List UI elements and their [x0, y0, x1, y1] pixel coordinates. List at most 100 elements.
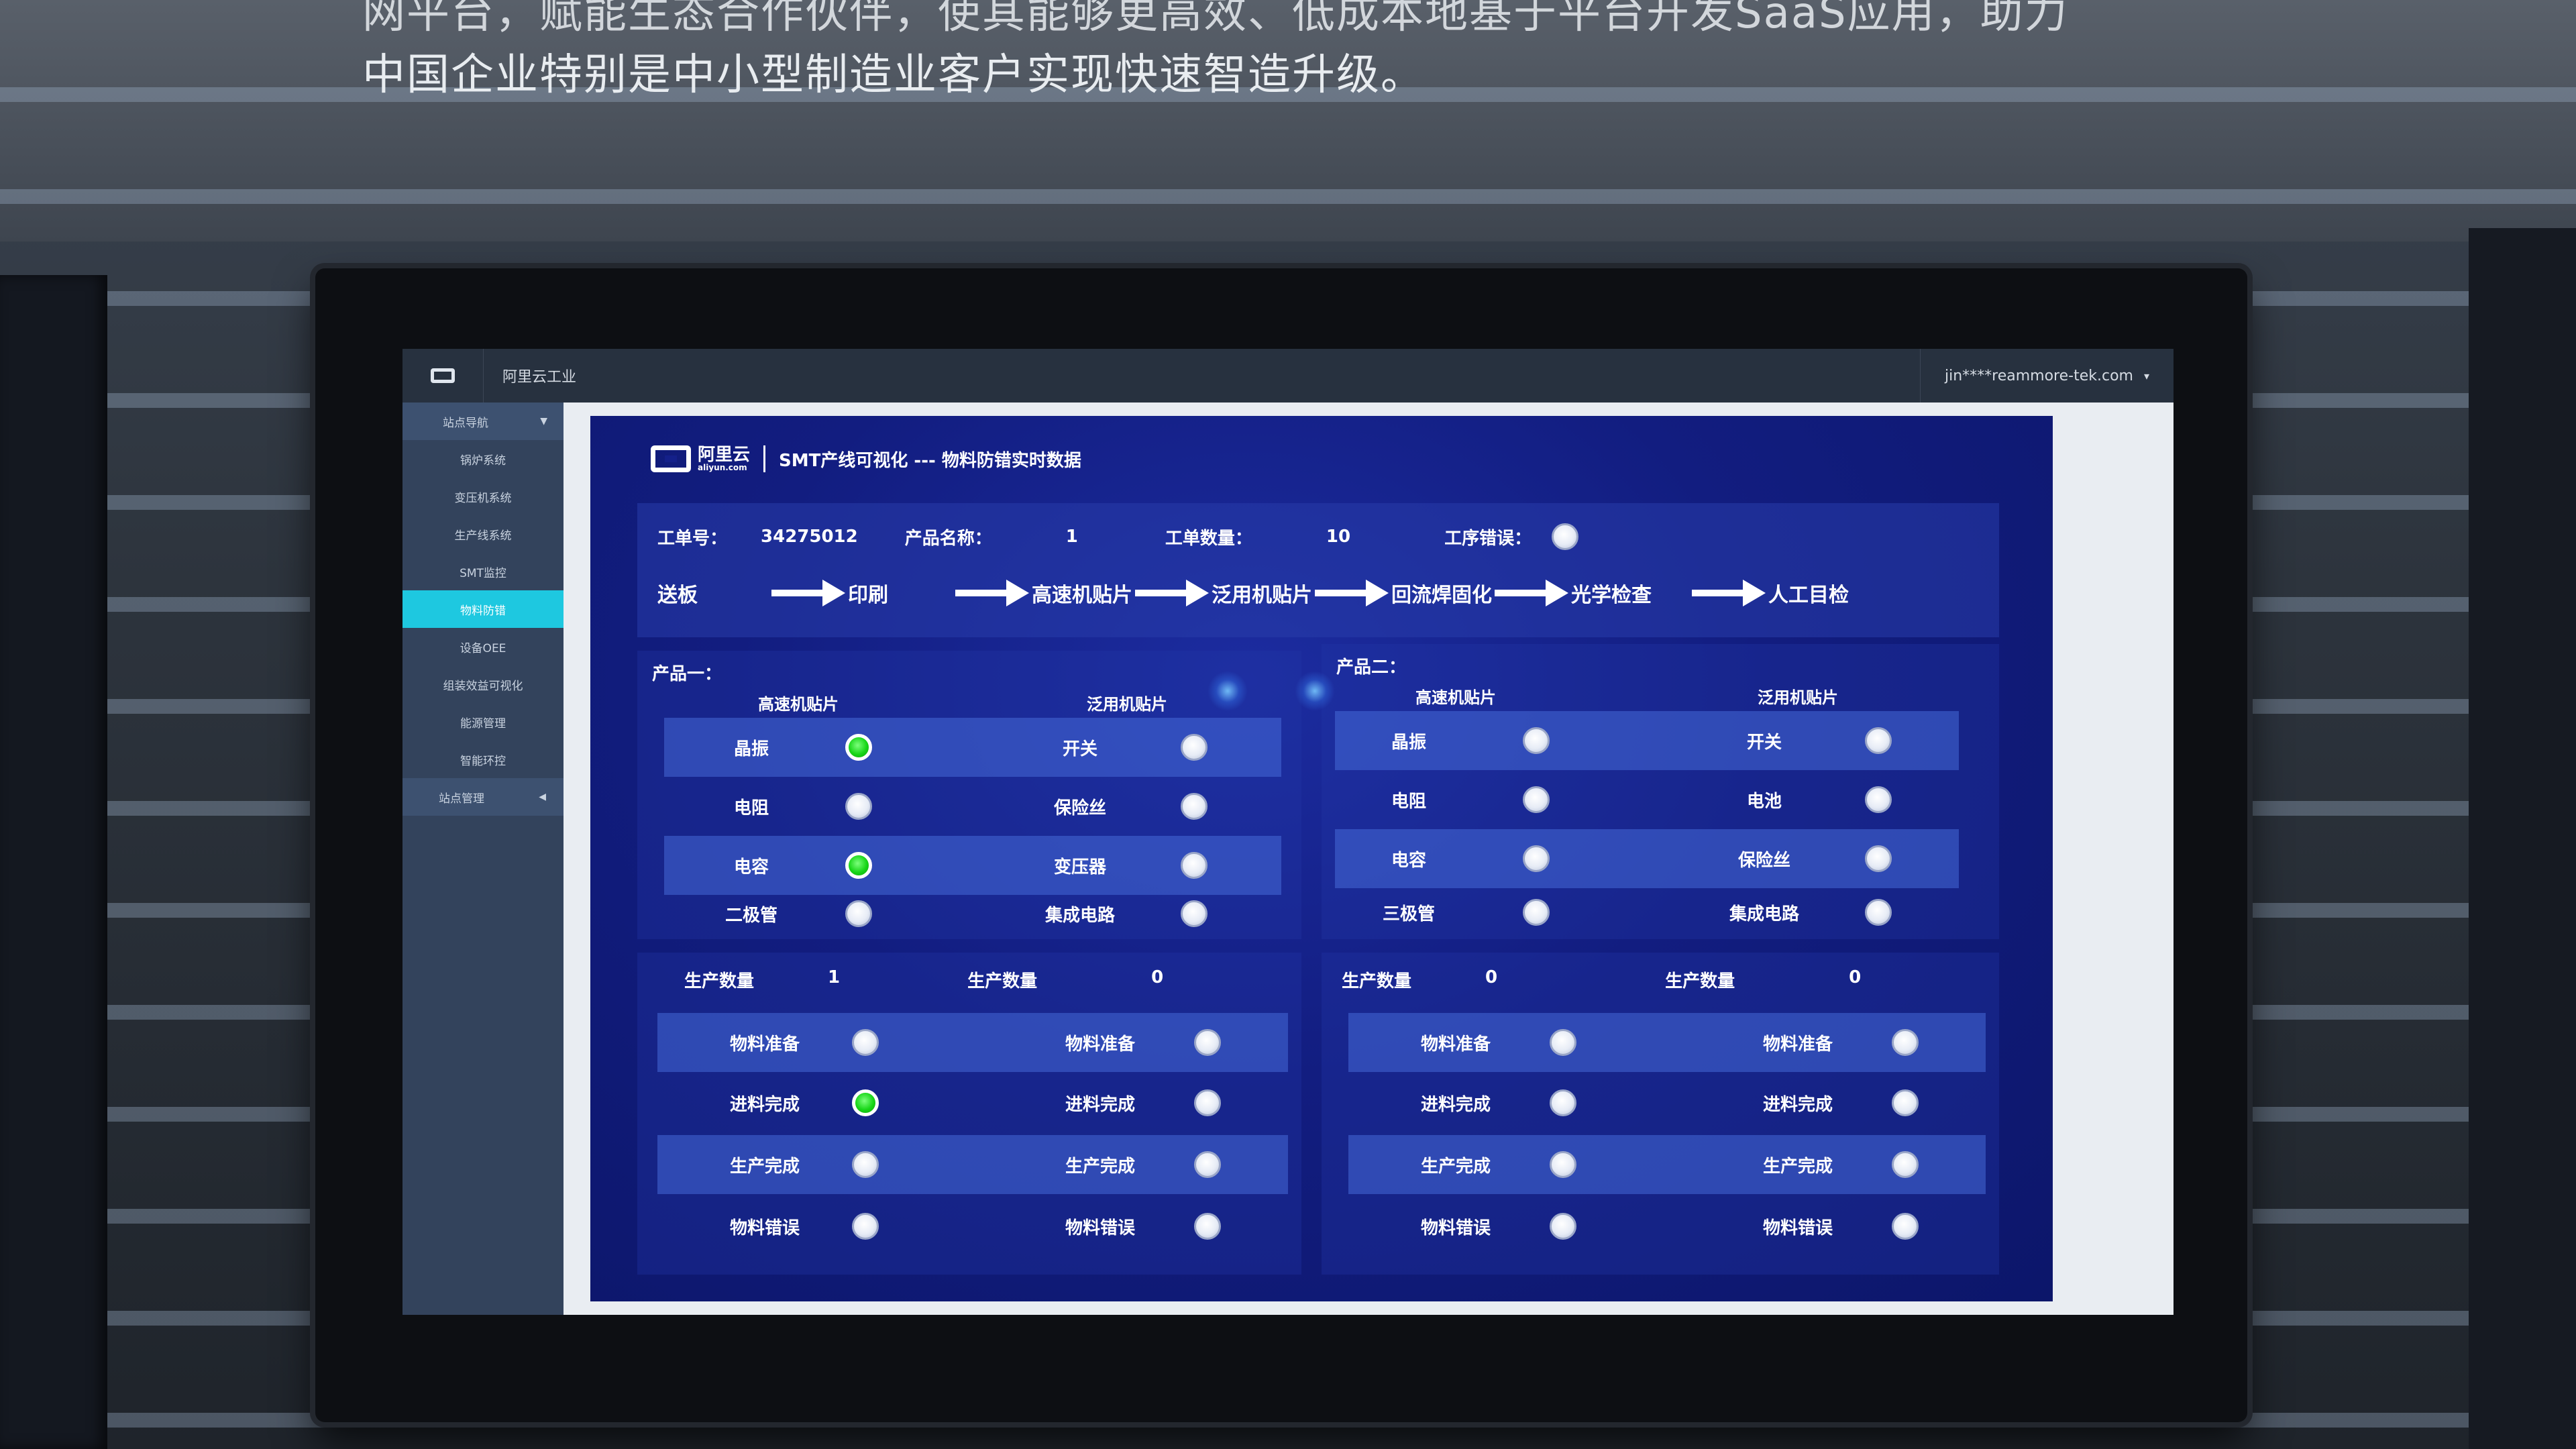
product2-count-row: 生产数量 0 生产数量 0 [1342, 967, 1861, 992]
product1-title: 产品一： [652, 664, 722, 684]
sidebar-item-boiler[interactable]: 锅炉系统 [402, 440, 564, 478]
process-step: 泛用机贴片 [1212, 584, 1312, 607]
status-label: 进料完成 [729, 1094, 800, 1115]
process-error-label: 工序错误： [1444, 528, 1532, 549]
status-label: 物料准备 [1762, 1034, 1833, 1055]
process-step: 人工目检 [1768, 584, 1849, 607]
arrow-right-icon [1495, 580, 1568, 606]
product1-count-row: 生产数量 1 生产数量 0 [684, 967, 1163, 992]
status-row: 生产完成 生产完成 [1348, 1135, 1986, 1194]
caret-left-icon: ◀ [539, 792, 546, 802]
status-row: 物料准备 物料准备 [1348, 1013, 1986, 1072]
production-count-label: 生产数量 [1665, 971, 1735, 991]
sidebar-item-smt-monitor[interactable]: SMT监控 [402, 553, 564, 590]
status-indicator [852, 1213, 879, 1240]
status-label: 生产完成 [1762, 1156, 1833, 1177]
status-row: 进料完成 进料完成 [1348, 1073, 1986, 1132]
product2-title: 产品二： [1336, 657, 1407, 678]
sidebar-item-energy[interactable]: 能源管理 [402, 703, 564, 741]
dashboard-header: 阿里云 aliyun.com SMT产线可视化 --- 物料防错实时数据 [651, 445, 1081, 472]
product1-col-highspeed: 高速机贴片 [758, 695, 839, 714]
status-indicator [1523, 899, 1550, 926]
status-indicator [852, 1089, 879, 1116]
aliyun-mark-icon [651, 445, 691, 472]
status-indicator [1194, 1213, 1221, 1240]
status-indicator [845, 900, 872, 927]
arrow-right-icon [955, 580, 1029, 606]
status-row: 生产完成 生产完成 [657, 1135, 1288, 1194]
component-label: 电池 [1746, 791, 1782, 812]
header-divider [763, 445, 766, 472]
arrow-right-icon [1315, 580, 1389, 606]
sidebar-section-site-nav[interactable]: 站点导航 ▼ [402, 402, 564, 440]
production-count-value: 0 [1849, 967, 1862, 987]
sidebar-section-site-admin[interactable]: 站点管理 ◀ [402, 778, 564, 816]
status-indicator [845, 793, 872, 820]
light-glow [1208, 671, 1248, 711]
status-label: 物料错误 [1420, 1218, 1491, 1238]
product1-row: 电阻 保险丝 [664, 777, 1281, 836]
dashboard-title: SMT产线可视化 --- 物料防错实时数据 [779, 450, 1081, 471]
product1-panel: 产品一： 高速机贴片 泛用机贴片 晶振 开关 电阻 保险丝 电容 变压器 二极管… [637, 651, 1301, 939]
product2-row: 电阻 电池 [1335, 770, 1959, 829]
status-label: 物料准备 [729, 1034, 800, 1055]
status-label: 物料错误 [1065, 1218, 1135, 1238]
top-bar: 阿里云工业 jin****reammore-tek.com ▾ [402, 349, 2174, 402]
sidebar-section-label: 站点管理 [439, 792, 484, 806]
component-label: 晶振 [1391, 732, 1426, 753]
arrow-right-icon [1135, 580, 1209, 606]
status-indicator [1865, 899, 1892, 926]
status-indicator [852, 1151, 879, 1178]
work-order-info: 工单号： 34275012 产品名称： 1 工单数量： 10 工序错误： [657, 523, 1579, 550]
status-indicator [1194, 1151, 1221, 1178]
sidebar: 站点导航 ▼ 锅炉系统 变压机系统 生产线系统 SMT监控 物料防错 设备OEE… [402, 402, 564, 1315]
process-step: 回流焊固化 [1391, 584, 1492, 607]
sidebar-item-label: 设备OEE [460, 641, 506, 655]
component-label: 电阻 [733, 798, 769, 818]
wall-text-line2: 中国企业特别是中小型制造业客户实现快速智造升级。 [362, 50, 1425, 100]
status-indicator [1550, 1213, 1576, 1240]
arrow-right-icon [771, 580, 845, 606]
sidebar-item-equipment-oee[interactable]: 设备OEE [402, 628, 564, 665]
light-glow [1295, 671, 1335, 711]
status-label: 生产完成 [1420, 1156, 1491, 1177]
production-count-value: 0 [1151, 967, 1164, 987]
production-count-value: 1 [828, 967, 841, 987]
sidebar-item-transformer[interactable]: 变压机系统 [402, 478, 564, 515]
status-label: 生产完成 [1065, 1156, 1135, 1177]
product2-status-panel: 生产数量 0 生产数量 0 物料准备 物料准备 进料完成 进料完成 生产完成 生… [1322, 953, 1999, 1275]
sidebar-item-climate-control[interactable]: 智能环控 [402, 741, 564, 778]
sidebar-item-production-line[interactable]: 生产线系统 [402, 515, 564, 553]
status-row: 物料错误 物料错误 [1348, 1197, 1986, 1256]
status-label: 进料完成 [1065, 1094, 1135, 1115]
production-count-label: 生产数量 [1342, 971, 1412, 991]
status-label: 物料错误 [1762, 1218, 1833, 1238]
user-account: jin****reammore-tek.com [1944, 367, 2133, 384]
status-indicator [1865, 786, 1892, 813]
sidebar-item-assembly-efficiency[interactable]: 组装效益可视化 [402, 665, 564, 703]
status-indicator [1523, 786, 1550, 813]
status-indicator [1865, 845, 1892, 872]
sidebar-item-label: 生产线系统 [454, 529, 512, 543]
sidebar-item-label: 物料防错 [460, 604, 506, 618]
status-row: 进料完成 进料完成 [657, 1073, 1288, 1132]
status-indicator [1181, 900, 1208, 927]
component-label: 保险丝 [1737, 850, 1790, 871]
sidebar-item-material-error-proofing[interactable]: 物料防错 [402, 590, 564, 628]
user-menu[interactable]: jin****reammore-tek.com ▾ [1919, 349, 2174, 402]
chevron-down-icon: ▾ [2143, 369, 2149, 382]
status-label: 物料错误 [729, 1218, 800, 1238]
status-label: 进料完成 [1420, 1094, 1491, 1115]
component-label: 变压器 [1053, 857, 1106, 877]
status-indicator [1550, 1089, 1576, 1116]
monitor-screen: 阿里云工业 jin****reammore-tek.com ▾ 站点导航 ▼ 锅… [402, 349, 2174, 1315]
product2-col-highspeed: 高速机贴片 [1415, 688, 1496, 707]
status-indicator [1892, 1151, 1919, 1178]
status-label: 生产完成 [729, 1156, 800, 1177]
app-logo-button[interactable] [402, 349, 484, 402]
process-step: 送板 [657, 584, 698, 607]
component-label: 开关 [1062, 739, 1097, 759]
sidebar-item-label: 锅炉系统 [460, 453, 506, 468]
component-label: 电阻 [1391, 791, 1426, 812]
product1-col-general: 泛用机贴片 [1087, 695, 1167, 714]
